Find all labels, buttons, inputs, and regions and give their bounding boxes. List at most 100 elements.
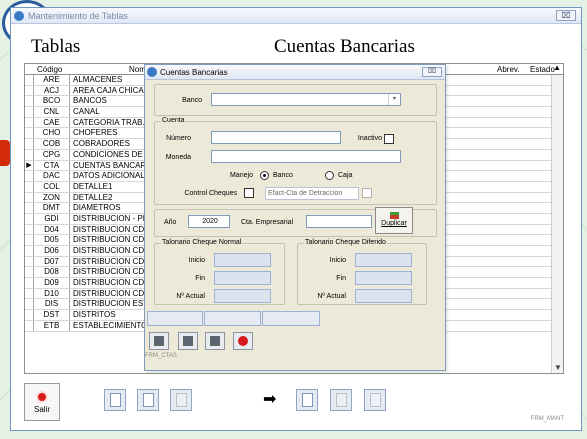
printer-icon <box>176 393 187 407</box>
scroll-down-icon[interactable]: ▼ <box>554 364 562 372</box>
status-field-2 <box>204 311 261 326</box>
dialog-close-button[interactable]: ⌧ <box>422 67 442 77</box>
col-header-status[interactable]: Estado <box>530 64 555 75</box>
normal-fin-input[interactable] <box>214 271 271 285</box>
row-indicator <box>25 192 34 203</box>
dialog-print-button[interactable] <box>205 332 225 350</box>
diferido-nactual-input[interactable] <box>355 289 412 303</box>
manejo-banco-label: Banco <box>273 172 293 179</box>
moneda-label: Moneda <box>165 154 191 161</box>
cheque-diferido-group: Talonario Cheque Diferido Inicio Fin Nº … <box>297 238 427 305</box>
diferido-fin-input[interactable] <box>355 271 412 285</box>
power-icon <box>36 391 48 403</box>
row-indicator <box>25 246 34 256</box>
main-close-button[interactable]: ⌧ <box>556 10 576 21</box>
row-indicator <box>25 267 34 278</box>
anio-input[interactable]: 2020 <box>188 215 230 228</box>
dialog-exit-button[interactable] <box>233 332 253 350</box>
new-record-button[interactable] <box>104 389 126 411</box>
diferido-inicio-input[interactable] <box>355 253 412 267</box>
col-header-code[interactable]: Código <box>37 64 62 75</box>
row-code: DMT <box>34 203 70 213</box>
exit-label: Salir <box>33 405 50 414</box>
side-decoration <box>0 140 10 166</box>
anio-label: Año <box>164 219 177 226</box>
moneda-select[interactable] <box>211 150 401 163</box>
duplicar-label: Duplicar <box>381 220 407 227</box>
detail-list-button[interactable] <box>364 389 386 411</box>
save-button[interactable] <box>149 332 169 350</box>
duplicate-icon <box>389 212 399 219</box>
document-icon <box>302 393 313 407</box>
cuentas-heading: Cuentas Bancarias <box>274 36 415 57</box>
col-header-abbrev[interactable]: Abrev. <box>497 64 520 75</box>
manejo-banco-radio[interactable] <box>260 171 269 180</box>
inactivo-checkbox[interactable] <box>384 134 394 144</box>
row-indicator <box>25 278 34 288</box>
normal-nactual-input[interactable] <box>214 289 271 303</box>
row-code: CTA <box>34 160 70 171</box>
cuentas-bancarias-dialog: Cuentas Bancarias ⌧ Banco ▾ Cuenta Númer… <box>144 64 446 371</box>
row-indicator <box>25 117 34 128</box>
main-window-title: Mantenimiento de Tablas <box>28 11 128 21</box>
list-icon <box>370 393 381 407</box>
search-button[interactable] <box>178 332 198 350</box>
row-indicator <box>25 288 34 299</box>
app-icon <box>14 11 24 21</box>
row-code: CNL <box>34 107 70 117</box>
print-button[interactable] <box>170 389 192 411</box>
duplicar-button[interactable]: Duplicar <box>375 207 413 234</box>
new-document-icon <box>110 393 121 407</box>
row-code: BCO <box>34 96 70 107</box>
arrow-right-icon: ➡ <box>263 391 277 408</box>
dialog-titlebar[interactable]: Cuentas Bancarias ⌧ <box>145 65 445 80</box>
efact-field: Efact-Cta de Detraccion <box>265 187 359 200</box>
cta-empresarial-label: Cta. Empresarial <box>241 219 294 226</box>
row-indicator <box>25 128 34 139</box>
dialog-form-code: FRM_CTAS <box>145 353 177 359</box>
edit-record-button[interactable] <box>137 389 159 411</box>
scroll-up-icon[interactable]: ▲ <box>553 64 561 72</box>
row-code: GDI <box>34 213 70 224</box>
banco-select[interactable]: ▾ <box>211 93 401 106</box>
control-cheques-checkbox[interactable] <box>244 188 254 198</box>
save-icon <box>154 336 164 346</box>
diferido-fin-label: Fin <box>336 275 346 282</box>
edit-icon <box>336 393 347 407</box>
dialog-app-icon <box>147 67 157 77</box>
dialog-title: Cuentas Bancarias <box>160 68 228 77</box>
banco-label: Banco <box>182 97 202 104</box>
efact-checkbox[interactable] <box>362 188 372 198</box>
row-indicator <box>25 203 34 213</box>
row-indicator <box>25 171 34 181</box>
row-code: COL <box>34 181 70 192</box>
row-code: D05 <box>34 235 70 245</box>
chevron-down-icon[interactable]: ▾ <box>388 94 400 105</box>
row-code: CHO <box>34 128 70 139</box>
detail-new-button[interactable] <box>296 389 318 411</box>
cta-empresarial-input[interactable] <box>306 215 372 228</box>
main-titlebar: Mantenimiento de Tablas ⌧ <box>11 8 581 24</box>
diferido-inicio-label: Inicio <box>329 257 346 264</box>
diferido-nactual-label: Nº Actual <box>317 293 346 300</box>
row-code: D08 <box>34 267 70 278</box>
binoculars-icon <box>183 336 193 346</box>
manejo-caja-radio[interactable] <box>325 171 334 180</box>
manejo-label: Manejo <box>230 172 253 179</box>
numero-input[interactable] <box>211 131 341 144</box>
main-toolbar: Salir ➡ FRM_MANT <box>24 382 564 422</box>
row-code: D10 <box>34 288 70 299</box>
row-code: CAE <box>34 117 70 128</box>
row-code: ARE <box>34 75 70 85</box>
exit-button[interactable]: Salir <box>24 383 60 421</box>
row-code: DST <box>34 310 70 320</box>
row-indicator: ▶ <box>25 160 34 171</box>
row-indicator <box>25 320 34 331</box>
row-indicator <box>25 213 34 224</box>
normal-inicio-input[interactable] <box>214 253 271 267</box>
status-field-3 <box>262 311 320 326</box>
row-code: D04 <box>34 224 70 235</box>
row-indicator <box>25 75 34 85</box>
grid-scrollbar[interactable]: ▼ <box>551 75 563 373</box>
detail-edit-button[interactable] <box>330 389 352 411</box>
